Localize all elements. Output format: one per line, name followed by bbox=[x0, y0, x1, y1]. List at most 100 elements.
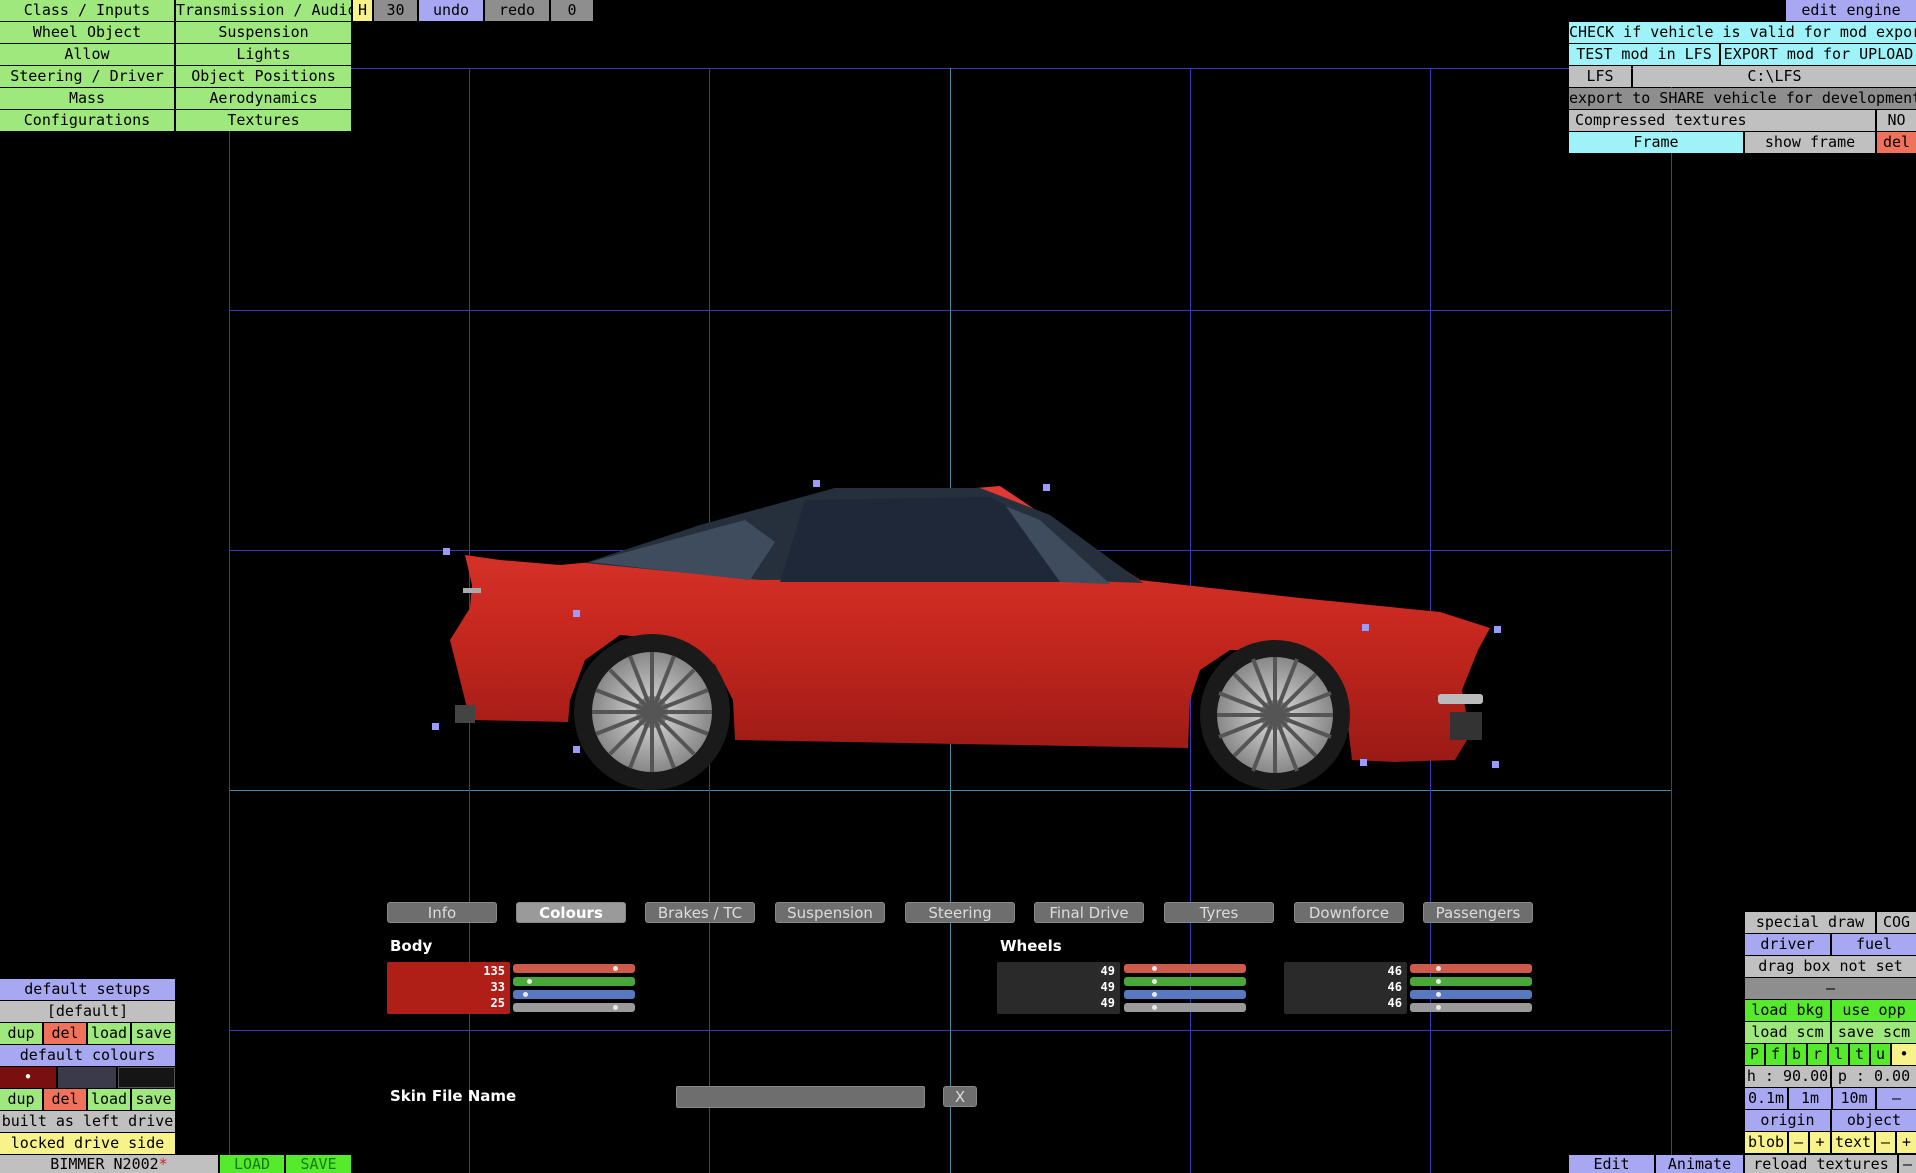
load-vehicle-button[interactable]: LOAD bbox=[220, 1155, 284, 1173]
save-vehicle-button[interactable]: SAVE bbox=[286, 1155, 351, 1173]
heading-value[interactable]: h : 90.00 bbox=[1745, 1066, 1830, 1087]
view-b-button[interactable]: b bbox=[1787, 1044, 1806, 1065]
compressed-textures-toggle[interactable]: NO bbox=[1877, 110, 1916, 131]
fuel-button[interactable]: fuel bbox=[1832, 934, 1916, 955]
menu-steering-driver[interactable]: Steering / Driver bbox=[0, 66, 174, 87]
wheels2-green-slider[interactable] bbox=[1410, 977, 1532, 986]
tab-steering[interactable]: Steering bbox=[905, 902, 1015, 923]
car-model[interactable] bbox=[0, 0, 1916, 1173]
reload-minus-button[interactable]: – bbox=[1899, 1155, 1916, 1173]
menu-aerodynamics[interactable]: Aerodynamics bbox=[176, 88, 351, 109]
tab-tyres[interactable]: Tyres bbox=[1164, 902, 1274, 923]
load-scm-button[interactable]: load scm bbox=[1745, 1022, 1830, 1043]
locked-drive-side-toggle[interactable]: locked drive side bbox=[0, 1133, 175, 1154]
use-opp-button[interactable]: use opp bbox=[1832, 1000, 1916, 1021]
colour-swatch-grey[interactable] bbox=[58, 1067, 116, 1088]
show-frame-button[interactable]: show frame bbox=[1745, 132, 1875, 153]
step-1m-button[interactable]: 1m bbox=[1789, 1088, 1831, 1109]
menu-class-inputs[interactable]: Class / Inputs bbox=[0, 0, 174, 21]
lfs-path-field[interactable]: C:\LFS bbox=[1633, 66, 1916, 87]
special-draw-button[interactable]: special draw bbox=[1745, 912, 1875, 933]
colour-swatch-red[interactable]: • bbox=[0, 1067, 56, 1088]
wheels1-alpha-slider[interactable] bbox=[1124, 1003, 1246, 1012]
wheels2-red-slider[interactable] bbox=[1410, 964, 1532, 973]
tab-brakes-tc[interactable]: Brakes / TC bbox=[645, 902, 755, 923]
default-setup-name[interactable]: [default] bbox=[0, 1001, 175, 1022]
step-minus-button[interactable]: – bbox=[1877, 1088, 1916, 1109]
wheels2-blue-slider[interactable] bbox=[1410, 990, 1532, 999]
text-minus-button[interactable]: – bbox=[1876, 1132, 1895, 1153]
wheels2-alpha-slider[interactable] bbox=[1410, 1003, 1532, 1012]
wheels1-green-slider[interactable] bbox=[1124, 977, 1246, 986]
export-share-button[interactable]: export to SHARE vehicle for development bbox=[1569, 88, 1916, 109]
tab-info[interactable]: Info bbox=[387, 902, 497, 923]
built-left-drive-toggle[interactable]: built as left drive bbox=[0, 1111, 175, 1132]
text-plus-button[interactable]: + bbox=[1897, 1132, 1916, 1153]
default-setups-button[interactable]: default setups bbox=[0, 979, 175, 1000]
tab-passengers[interactable]: Passengers bbox=[1423, 902, 1533, 923]
body-green-slider[interactable] bbox=[513, 977, 635, 986]
object-button[interactable]: object bbox=[1832, 1110, 1916, 1131]
colours-load-button[interactable]: load bbox=[88, 1089, 130, 1110]
menu-allow[interactable]: Allow bbox=[0, 44, 174, 65]
drag-box-dash[interactable]: – bbox=[1745, 978, 1916, 999]
animate-mode-button[interactable]: Animate bbox=[1656, 1155, 1743, 1173]
save-scm-button[interactable]: save scm bbox=[1832, 1022, 1916, 1043]
blob-plus-button[interactable]: + bbox=[1810, 1132, 1830, 1153]
load-bkg-button[interactable]: load bkg bbox=[1745, 1000, 1830, 1021]
body-red-slider[interactable] bbox=[513, 964, 635, 973]
setup-load-button[interactable]: load bbox=[88, 1023, 130, 1044]
menu-textures[interactable]: Textures bbox=[176, 110, 351, 131]
redo-button[interactable]: redo bbox=[485, 0, 549, 21]
step-value[interactable]: 30 bbox=[374, 0, 417, 21]
setup-save-button[interactable]: save bbox=[132, 1023, 175, 1044]
menu-lights[interactable]: Lights bbox=[176, 44, 351, 65]
text-button[interactable]: text bbox=[1832, 1132, 1874, 1153]
colours-del-button[interactable]: del bbox=[44, 1089, 86, 1110]
wheels1-blue-slider[interactable] bbox=[1124, 990, 1246, 999]
check-valid-button[interactable]: CHECK if vehicle is valid for mod export bbox=[1569, 22, 1916, 43]
view-p-button[interactable]: P bbox=[1745, 1044, 1764, 1065]
setup-dup-button[interactable]: dup bbox=[0, 1023, 42, 1044]
skin-file-input[interactable] bbox=[676, 1086, 925, 1108]
menu-configurations[interactable]: Configurations bbox=[0, 110, 174, 131]
menu-suspension[interactable]: Suspension bbox=[176, 22, 351, 43]
skin-clear-button[interactable]: X bbox=[943, 1086, 977, 1107]
tab-colours[interactable]: Colours bbox=[516, 902, 626, 923]
delete-frame-button[interactable]: del bbox=[1877, 132, 1916, 153]
menu-transmission-audio[interactable]: Transmission / Audio bbox=[176, 0, 351, 21]
frame-button[interactable]: Frame bbox=[1569, 132, 1743, 153]
tab-suspension[interactable]: Suspension bbox=[775, 902, 885, 923]
colours-dup-button[interactable]: dup bbox=[0, 1089, 42, 1110]
wheels1-red-slider[interactable] bbox=[1124, 964, 1246, 973]
setup-del-button[interactable]: del bbox=[44, 1023, 86, 1044]
colour-swatch-black[interactable] bbox=[118, 1067, 175, 1088]
blob-button[interactable]: blob bbox=[1745, 1132, 1787, 1153]
drag-box-status[interactable]: drag box not set bbox=[1745, 956, 1916, 977]
view-u-button[interactable]: u bbox=[1871, 1044, 1890, 1065]
reload-textures-button[interactable]: reload textures bbox=[1745, 1155, 1897, 1173]
tab-downforce[interactable]: Downforce bbox=[1294, 902, 1404, 923]
view-dot-button[interactable]: • bbox=[1892, 1044, 1916, 1065]
menu-mass[interactable]: Mass bbox=[0, 88, 174, 109]
view-f-button[interactable]: f bbox=[1766, 1044, 1785, 1065]
step-0-1m-button[interactable]: 0.1m bbox=[1745, 1088, 1787, 1109]
edit-mode-button[interactable]: Edit bbox=[1569, 1155, 1654, 1173]
body-alpha-slider[interactable] bbox=[513, 1003, 635, 1012]
menu-object-positions[interactable]: Object Positions bbox=[176, 66, 351, 87]
view-r-button[interactable]: r bbox=[1808, 1044, 1827, 1065]
default-colours-button[interactable]: default colours bbox=[0, 1045, 175, 1066]
blob-minus-button[interactable]: – bbox=[1789, 1132, 1808, 1153]
menu-wheel-object[interactable]: Wheel Object bbox=[0, 22, 174, 43]
export-upload-button[interactable]: EXPORT mod for UPLOAD bbox=[1721, 44, 1916, 65]
test-mod-button[interactable]: TEST mod in LFS bbox=[1569, 44, 1719, 65]
driver-button[interactable]: driver bbox=[1745, 934, 1830, 955]
body-blue-slider[interactable] bbox=[513, 990, 635, 999]
cog-button[interactable]: COG bbox=[1877, 912, 1916, 933]
view-l-button[interactable]: l bbox=[1829, 1044, 1848, 1065]
colours-save-button[interactable]: save bbox=[132, 1089, 175, 1110]
h-toggle[interactable]: H bbox=[353, 0, 372, 21]
undo-button[interactable]: undo bbox=[419, 0, 483, 21]
pitch-value[interactable]: p : 0.00 bbox=[1832, 1066, 1916, 1087]
tab-final-drive[interactable]: Final Drive bbox=[1034, 902, 1144, 923]
